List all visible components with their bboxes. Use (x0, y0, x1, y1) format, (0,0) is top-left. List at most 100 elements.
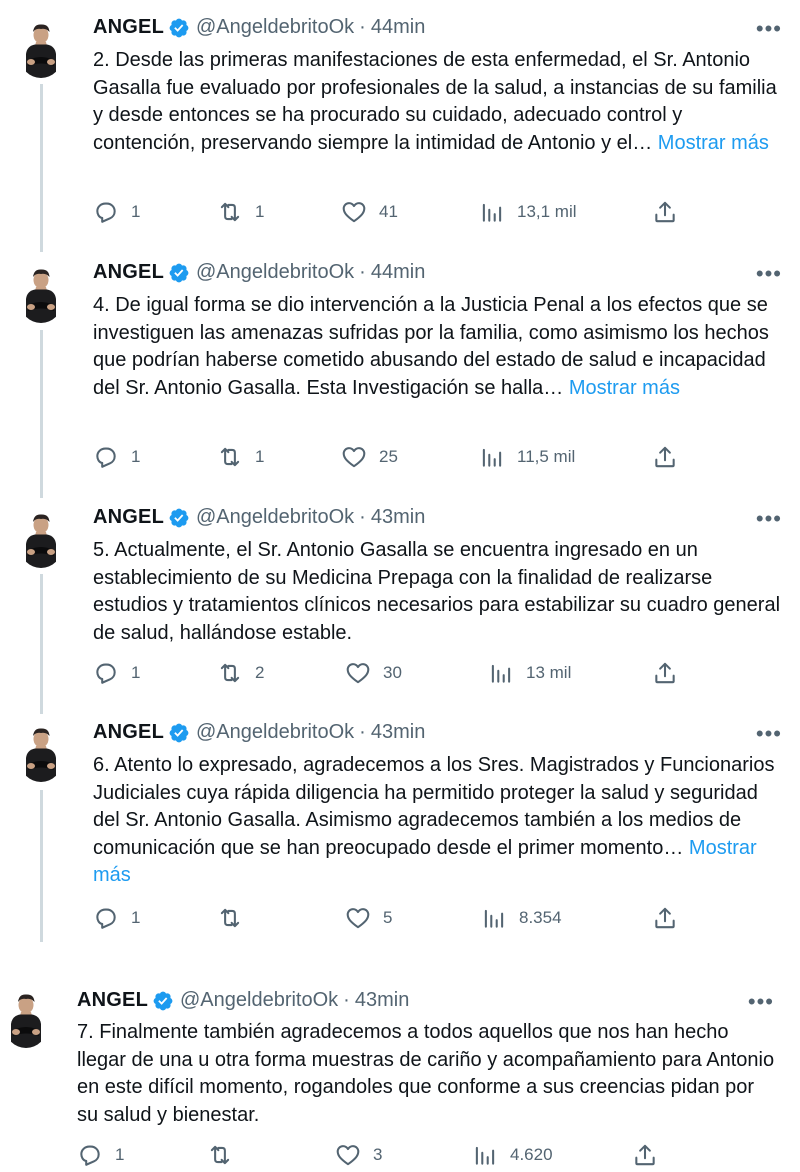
like-button[interactable]: 25 (341, 444, 398, 470)
tweet[interactable]: ANGEL @AngeldebritoOk · 44min ••• 2. Des… (0, 0, 800, 245)
verified-badge-icon[interactable] (152, 990, 174, 1012)
like-button[interactable]: 41 (341, 199, 398, 225)
timestamp[interactable]: 43min (371, 721, 425, 744)
retweet-button[interactable]: 1 (217, 199, 264, 225)
reply-count: 1 (131, 447, 141, 466)
avatar[interactable] (20, 267, 62, 323)
verified-badge-icon[interactable] (168, 507, 190, 529)
author-handle[interactable]: @AngeldebritoOk (196, 721, 354, 744)
views-button[interactable]: 11,5 mil (479, 444, 575, 470)
like-icon (345, 660, 371, 686)
verified-badge-icon[interactable] (168, 722, 190, 744)
like-button[interactable]: 30 (345, 660, 402, 686)
share-button[interactable] (632, 1142, 658, 1168)
reply-count: 1 (115, 1145, 125, 1164)
separator-dot: · (359, 16, 366, 38)
retweet-count: 1 (255, 202, 265, 221)
author-name[interactable]: ANGEL (93, 506, 164, 529)
reply-button[interactable]: 1 (93, 199, 140, 225)
tweet-text: 4. De igual forma se dio intervención a … (93, 292, 783, 402)
views-button[interactable]: 13,1 mil (479, 199, 577, 225)
separator-dot: · (343, 989, 350, 1011)
views-button[interactable]: 13 mil (488, 660, 571, 686)
tweet[interactable]: ANGEL @AngeldebritoOk · 44min ••• 4. De … (0, 245, 800, 490)
retweet-button[interactable] (217, 905, 255, 931)
reply-button[interactable]: 1 (93, 444, 140, 470)
tweet-body: 7. Finalmente también agradecemos a todo… (77, 1021, 775, 1126)
tweet-actions: 1 1 41 13,1 mil (93, 199, 793, 229)
retweet-icon (217, 905, 243, 931)
tweet[interactable]: ANGEL @AngeldebritoOk · 43min ••• 5. Act… (0, 490, 800, 708)
share-icon (652, 444, 678, 470)
reply-button[interactable]: 1 (93, 905, 140, 931)
share-button[interactable] (652, 660, 678, 686)
tweet[interactable]: ANGEL @AngeldebritoOk · 43min ••• 7. Fin… (0, 974, 800, 1158)
views-icon (479, 444, 505, 470)
views-icon (488, 660, 514, 686)
retweet-icon (217, 199, 243, 225)
timestamp[interactable]: 44min (371, 16, 425, 39)
tweet[interactable]: ANGEL @AngeldebritoOk · 43min ••• 6. Ate… (0, 708, 800, 958)
share-button[interactable] (652, 444, 678, 470)
author-handle[interactable]: @AngeldebritoOk (196, 261, 354, 284)
more-options-icon[interactable]: ••• (756, 16, 782, 42)
avatar[interactable] (20, 512, 62, 568)
more-options-icon[interactable]: ••• (748, 989, 774, 1015)
author-handle[interactable]: @AngeldebritoOk (196, 506, 354, 529)
share-icon (632, 1142, 658, 1168)
views-icon (472, 1142, 498, 1168)
like-icon (345, 905, 371, 931)
reply-icon (93, 199, 119, 225)
more-options-icon[interactable]: ••• (756, 261, 782, 287)
share-icon (652, 199, 678, 225)
timestamp[interactable]: 43min (371, 506, 425, 529)
reply-button[interactable]: 1 (93, 660, 140, 686)
share-button[interactable] (652, 199, 678, 225)
retweet-icon (217, 660, 243, 686)
like-button[interactable]: 3 (335, 1142, 382, 1168)
author-name[interactable]: ANGEL (93, 16, 164, 39)
views-button[interactable]: 8.354 (481, 905, 562, 931)
view-count: 13 mil (526, 663, 572, 682)
retweet-icon (217, 444, 243, 470)
tweet-actions: 1 5 8.354 (93, 905, 793, 935)
like-icon (341, 444, 367, 470)
tweet-actions: 1 3 4.620 (77, 1142, 777, 1172)
retweet-count: 2 (255, 663, 265, 682)
timestamp[interactable]: 43min (355, 989, 409, 1012)
retweet-button[interactable]: 1 (217, 444, 264, 470)
timestamp[interactable]: 44min (371, 261, 425, 284)
separator-dot: · (359, 721, 366, 743)
view-count: 4.620 (510, 1145, 553, 1164)
reply-icon (93, 660, 119, 686)
verified-badge-icon[interactable] (168, 17, 190, 39)
view-count: 11,5 mil (517, 447, 576, 466)
more-options-icon[interactable]: ••• (756, 506, 782, 532)
avatar[interactable] (20, 22, 62, 78)
more-options-icon[interactable]: ••• (756, 721, 782, 747)
views-icon (479, 199, 505, 225)
like-button[interactable]: 5 (345, 905, 392, 931)
show-more-link[interactable]: Mostrar más (569, 377, 680, 399)
author-handle[interactable]: @AngeldebritoOk (180, 989, 338, 1012)
retweet-button[interactable] (207, 1142, 245, 1168)
show-more-link[interactable]: Mostrar más (658, 132, 769, 154)
reply-icon (93, 444, 119, 470)
verified-badge-icon[interactable] (168, 262, 190, 284)
reply-count: 1 (131, 908, 141, 927)
author-name[interactable]: ANGEL (93, 721, 164, 744)
retweet-icon (207, 1142, 233, 1168)
author-name[interactable]: ANGEL (77, 989, 148, 1012)
view-count: 8.354 (519, 908, 562, 927)
avatar[interactable] (20, 726, 62, 782)
views-button[interactable]: 4.620 (472, 1142, 553, 1168)
share-button[interactable] (652, 905, 678, 931)
retweet-button[interactable]: 2 (217, 660, 264, 686)
author-handle[interactable]: @AngeldebritoOk (196, 16, 354, 39)
like-count: 25 (379, 447, 398, 466)
reply-button[interactable]: 1 (77, 1142, 124, 1168)
avatar[interactable] (5, 992, 47, 1048)
tweet-text: 7. Finalmente también agradecemos a todo… (77, 1019, 777, 1129)
author-name[interactable]: ANGEL (93, 261, 164, 284)
reply-count: 1 (131, 663, 141, 682)
